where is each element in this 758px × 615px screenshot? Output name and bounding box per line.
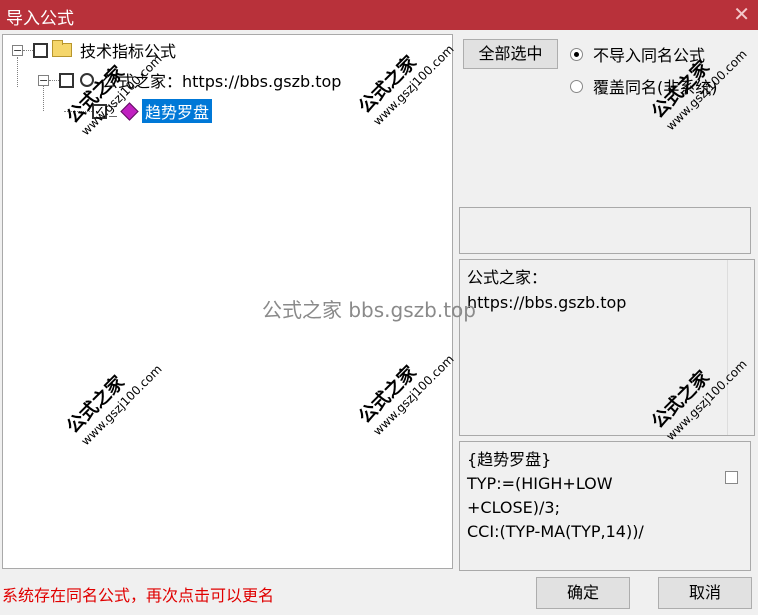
info-line: 公式之家：	[467, 268, 548, 287]
title-bar: 导入公式 ✕	[0, 0, 758, 30]
radio-icon[interactable]	[570, 79, 583, 93]
close-icon[interactable]: ✕	[733, 2, 750, 26]
source-checkbox[interactable]	[59, 72, 74, 88]
option-no-import[interactable]: 不导入同名公式	[570, 42, 705, 66]
formula-gem-icon	[120, 101, 139, 121]
formula-code-panel[interactable]: {趋势罗盘} TYP:=(HIGH+LOW +CLOSE)/3; CCI:(TY…	[459, 441, 751, 571]
select-all-button[interactable]: 全部选中	[463, 39, 558, 69]
code-checkbox[interactable]	[725, 471, 738, 484]
ok-button[interactable]: 确定	[536, 577, 630, 609]
window-title: 导入公式	[6, 9, 74, 29]
collapse-icon[interactable]: −	[38, 74, 49, 86]
center-watermark: 公式之家 bbs.gszb.top	[262, 298, 476, 322]
radio-selected-icon[interactable]	[570, 47, 583, 61]
tree-node-label-selected: 趋势罗盘	[142, 99, 213, 123]
status-message: 系统存在同名公式，再次点击可以更名	[2, 586, 275, 605]
code-line: TYP:=(HIGH+LOW	[467, 474, 613, 493]
folder-icon	[52, 40, 72, 57]
cancel-button[interactable]: 取消	[658, 577, 752, 609]
code-line: {趋势罗盘}	[467, 450, 552, 469]
code-line: CCI:(TYP-MA(TYP,14))/	[467, 522, 644, 541]
tree-connector	[23, 49, 33, 51]
collapse-icon[interactable]: −	[12, 44, 23, 56]
info-line: https://bbs.gszb.top	[467, 293, 627, 312]
tree-connector	[49, 79, 59, 81]
root-checkbox[interactable]	[33, 42, 48, 58]
empty-panel	[459, 207, 751, 254]
code-line: +CLOSE)/3;	[467, 498, 560, 517]
